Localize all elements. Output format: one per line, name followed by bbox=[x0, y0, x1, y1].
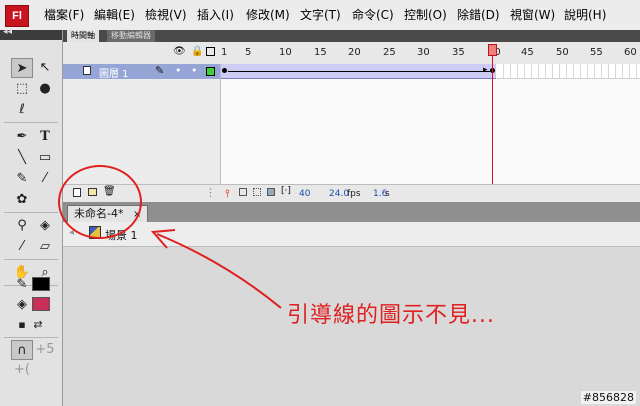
current-frame[interactable]: 40 bbox=[299, 189, 310, 199]
swap-colors-icon[interactable]: ⇄ bbox=[27, 315, 49, 335]
selection-tool-icon[interactable]: ➤ bbox=[11, 58, 33, 78]
pencil-icon: ✎ bbox=[155, 64, 165, 77]
pen-tool-icon[interactable]: ✒ bbox=[11, 127, 33, 147]
snap-to-objects-icon[interactable]: ∩ bbox=[11, 340, 33, 360]
timeline-header: 👁 🔒 1 5 10 15 20 25 30 35 40 45 50 55 60 bbox=[63, 42, 640, 65]
lock-all-icon[interactable]: 🔒 bbox=[191, 46, 203, 57]
layer-row[interactable]: 圖層 1 ✎ • • bbox=[63, 64, 220, 80]
brush-tool-icon[interactable]: ⁄ bbox=[34, 169, 56, 189]
rectangle-tool-icon[interactable]: ▭ bbox=[34, 148, 56, 168]
onion-skin-icon[interactable] bbox=[239, 188, 247, 196]
visibility-dot-icon[interactable]: • bbox=[175, 64, 182, 77]
annotation-circle bbox=[58, 165, 142, 239]
document-tab-bar: 未命名-4* × bbox=[63, 202, 640, 222]
playhead-handle[interactable] bbox=[488, 44, 497, 56]
frame-number: 20 bbox=[348, 47, 361, 58]
menu-window[interactable]: 視窗(W) bbox=[510, 7, 555, 23]
menu-text[interactable]: 文字(T) bbox=[300, 7, 341, 23]
stroke-color-icon: ✎ bbox=[16, 277, 28, 292]
frame-number: 30 bbox=[417, 47, 430, 58]
menu-debug[interactable]: 除錯(D) bbox=[457, 7, 500, 23]
free-transform-tool-icon[interactable]: ⬚ bbox=[11, 79, 33, 99]
frame-number: 45 bbox=[521, 47, 534, 58]
frame-number: 5 bbox=[245, 47, 252, 58]
menu-control[interactable]: 控制(O) bbox=[404, 7, 447, 23]
frame-number: 60 bbox=[624, 47, 637, 58]
layer-name[interactable]: 圖層 1 bbox=[99, 65, 129, 80]
menu-modify[interactable]: 修改(M) bbox=[246, 7, 290, 23]
frame-number: 10 bbox=[279, 47, 292, 58]
eraser-tool-icon[interactable]: ▱ bbox=[34, 237, 56, 257]
tools-divider bbox=[4, 259, 58, 260]
3d-rotation-tool-icon[interactable]: ● bbox=[34, 79, 56, 99]
deco-tool-icon[interactable]: ✿ bbox=[11, 190, 33, 210]
resize-grip-icon[interactable]: ⋮ bbox=[205, 186, 216, 199]
bone-tool-icon[interactable]: ⚲ bbox=[11, 216, 33, 236]
tween-arrow-line bbox=[228, 71, 490, 72]
timeline-tab-bar: 時間軸 移動編輯器 bbox=[63, 30, 640, 42]
menu-help[interactable]: 說明(H) bbox=[564, 7, 606, 23]
lasso-tool-icon[interactable]: ℓ bbox=[11, 100, 33, 120]
line-tool-icon[interactable]: ╲ bbox=[11, 148, 33, 168]
eyedropper-tool-icon[interactable]: ⁄ bbox=[11, 237, 33, 257]
annotation-text: 引導線的圖示不見... bbox=[287, 303, 495, 328]
keyframe-start-icon[interactable] bbox=[222, 68, 227, 73]
subselection-tool-icon[interactable]: ↖ bbox=[34, 58, 56, 78]
frame-rate-unit: fps bbox=[347, 189, 361, 199]
annotation-arrow-head bbox=[150, 229, 176, 249]
fill-color-icon: ◈ bbox=[17, 297, 27, 312]
menu-file[interactable]: 檔案(F) bbox=[44, 7, 84, 23]
tools-divider bbox=[4, 122, 58, 123]
menu-insert[interactable]: 插入(I) bbox=[197, 7, 234, 23]
tab-timeline[interactable]: 時間軸 bbox=[67, 30, 99, 42]
menu-commands[interactable]: 命令(C) bbox=[352, 7, 394, 23]
center-frame-icon[interactable]: ⫯ bbox=[225, 187, 230, 201]
menu-bar: Fl 檔案(F) 編輯(E) 檢視(V) 插入(I) 修改(M) 文字(T) 命… bbox=[0, 0, 640, 31]
fill-color-swatch[interactable] bbox=[32, 297, 50, 311]
menu-edit[interactable]: 編輯(E) bbox=[94, 7, 135, 23]
tools-divider bbox=[4, 337, 58, 338]
straighten-icon[interactable]: +( bbox=[11, 360, 33, 380]
playhead-line[interactable] bbox=[492, 44, 493, 186]
text-tool-icon[interactable]: T bbox=[34, 127, 56, 147]
tween-arrow-icon: ▸ bbox=[483, 65, 488, 75]
edit-multiple-frames-icon[interactable] bbox=[267, 188, 275, 196]
smooth-icon[interactable]: +5 bbox=[34, 340, 56, 360]
tab-motion-editor[interactable]: 移動編輯器 bbox=[107, 30, 155, 42]
pencil-tool-icon[interactable]: ✎ bbox=[11, 169, 33, 189]
frame-number: 55 bbox=[590, 47, 603, 58]
empty-frames[interactable] bbox=[497, 64, 640, 79]
frame-number: 25 bbox=[383, 47, 396, 58]
lock-dot-icon[interactable]: • bbox=[191, 64, 198, 77]
elapsed-time-unit: s bbox=[385, 189, 390, 199]
onion-skin-outlines-icon[interactable] bbox=[253, 188, 261, 196]
frame-number: 1 bbox=[221, 47, 228, 58]
stroke-color-swatch[interactable] bbox=[32, 277, 50, 291]
app-logo: Fl bbox=[5, 5, 29, 27]
collapse-icon[interactable]: ◂◂ bbox=[3, 27, 12, 37]
paint-bucket-tool-icon[interactable]: ◈ bbox=[34, 216, 56, 236]
outline-all-icon[interactable] bbox=[206, 47, 215, 56]
motion-tween-span[interactable]: ▸ bbox=[221, 64, 496, 79]
outline-color-icon[interactable] bbox=[206, 67, 215, 76]
tools-panel-header[interactable]: ◂◂ bbox=[0, 27, 62, 40]
modify-onion-markers-icon[interactable]: [·] bbox=[281, 186, 291, 196]
show-hide-all-icon[interactable]: 👁 bbox=[173, 46, 186, 57]
annotation-arrow bbox=[150, 229, 282, 309]
tools-panel: ◂◂ ➤ ↖ ⬚ ● ℓ ✒ T ╲ ▭ ✎ ⁄ ✿ ⚲ ◈ ⁄ ▱ ✋ ⌕ ✎… bbox=[0, 27, 63, 406]
frames-area[interactable]: ▸ bbox=[221, 64, 640, 184]
tools-divider bbox=[4, 212, 58, 213]
frame-number: 50 bbox=[556, 47, 569, 58]
annotation-arrow-shaft bbox=[156, 233, 282, 309]
frame-number: 35 bbox=[452, 47, 465, 58]
layer-icon bbox=[83, 66, 91, 75]
timeline-footer: 🗑 ⋮ ⫯ [·] 40 24.0 fps 1.6 s bbox=[63, 184, 640, 203]
menu-view[interactable]: 檢視(V) bbox=[145, 7, 187, 23]
frame-number: 15 bbox=[314, 47, 327, 58]
timeline-panel: 時間軸 移動編輯器 👁 🔒 1 5 10 15 20 25 30 35 40 4… bbox=[63, 30, 640, 203]
watermark: #856828 bbox=[580, 391, 636, 404]
